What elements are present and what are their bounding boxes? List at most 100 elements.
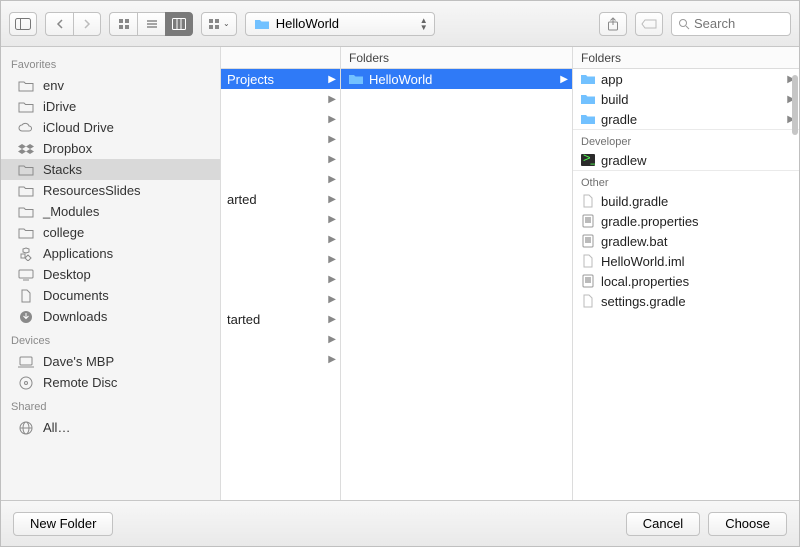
list-item[interactable]: arted▶: [221, 189, 340, 209]
list-item[interactable]: ▶: [221, 129, 340, 149]
list-item[interactable]: local.properties: [573, 271, 799, 291]
sidebar-item-label: ResourcesSlides: [43, 183, 141, 198]
sidebar-item[interactable]: ResourcesSlides: [1, 180, 220, 201]
back-button[interactable]: [45, 12, 73, 36]
dropbox-icon: [17, 142, 35, 156]
sidebar-item[interactable]: _Modules: [1, 201, 220, 222]
folder-icon: [347, 73, 365, 85]
sidebar-item[interactable]: Dave's MBP: [1, 351, 220, 372]
list-item[interactable]: ▶: [221, 289, 340, 309]
folder-icon: [17, 100, 35, 114]
list-item[interactable]: gradlew.bat: [573, 231, 799, 251]
cancel-button[interactable]: Cancel: [626, 512, 700, 536]
list-item[interactable]: gradle▶: [573, 109, 799, 129]
item-label: HelloWorld: [369, 72, 432, 87]
updown-icon: ▲▼: [420, 17, 428, 31]
sidebar-item[interactable]: Desktop: [1, 264, 220, 285]
sidebar-item[interactable]: env: [1, 75, 220, 96]
sidebar-item-label: college: [43, 225, 84, 240]
column-body[interactable]: HelloWorld ▶: [341, 69, 572, 500]
icon-view-button[interactable]: [109, 12, 137, 36]
chevron-right-icon: ▶: [328, 314, 336, 325]
item-label: HelloWorld.iml: [601, 254, 685, 269]
list-view-button[interactable]: [137, 12, 165, 36]
sidebar[interactable]: FavoritesenviDriveiCloud DriveDropboxSta…: [1, 47, 221, 500]
column-body[interactable]: Projects▶▶▶▶▶▶arted▶▶▶▶▶▶tarted▶▶▶: [221, 69, 340, 500]
list-item[interactable]: build.gradle: [573, 191, 799, 211]
footer: New Folder Cancel Choose: [1, 500, 799, 546]
globe-icon: [17, 421, 35, 435]
sidebar-item-label: Remote Disc: [43, 375, 117, 390]
item-label: tarted: [227, 312, 260, 327]
file-icon: [579, 254, 597, 268]
sidebar-item[interactable]: Stacks: [1, 159, 220, 180]
search-field[interactable]: [671, 12, 791, 36]
item-label: build.gradle: [601, 194, 668, 209]
search-icon: [678, 18, 690, 30]
sidebar-item[interactable]: Applications: [1, 243, 220, 264]
sidebar-item[interactable]: college: [1, 222, 220, 243]
column-header: Folders: [573, 47, 799, 69]
column-body[interactable]: app▶build▶gradle▶Developer>_gradlewOther…: [573, 69, 799, 500]
list-item[interactable]: ▶: [221, 269, 340, 289]
sidebar-item-label: _Modules: [43, 204, 99, 219]
list-item[interactable]: gradle.properties: [573, 211, 799, 231]
list-item[interactable]: settings.gradle: [573, 291, 799, 311]
chevron-right-icon: ▶: [560, 74, 568, 85]
item-label: settings.gradle: [601, 294, 686, 309]
sidebar-section-header: Shared: [1, 393, 220, 417]
new-folder-button[interactable]: New Folder: [13, 512, 113, 536]
list-item[interactable]: ▶: [221, 149, 340, 169]
item-label: gradle: [601, 112, 637, 127]
desktop-icon: [17, 268, 35, 282]
list-item[interactable]: tarted ▶: [221, 309, 340, 329]
sidebar-item[interactable]: Documents: [1, 285, 220, 306]
scrollbar-thumb[interactable]: [792, 75, 798, 135]
sidebar-item[interactable]: iDrive: [1, 96, 220, 117]
list-item[interactable]: HelloWorld.iml: [573, 251, 799, 271]
list-item[interactable]: HelloWorld ▶: [341, 69, 572, 89]
item-label: local.properties: [601, 274, 689, 289]
list-item[interactable]: app▶: [573, 69, 799, 89]
path-popup[interactable]: HelloWorld ▲▼: [245, 12, 435, 36]
list-item[interactable]: ▶: [221, 249, 340, 269]
folder-icon: [17, 163, 35, 177]
forward-button[interactable]: [73, 12, 101, 36]
group-header: Developer: [573, 129, 799, 150]
sidebar-toggle-button[interactable]: [9, 12, 37, 36]
list-item[interactable]: ▶: [221, 349, 340, 369]
file-icon: [579, 294, 597, 308]
chevron-right-icon: ▶: [328, 334, 336, 345]
sidebar-item-label: Applications: [43, 246, 113, 261]
list-item[interactable]: ▶: [221, 209, 340, 229]
content-area: FavoritesenviDriveiCloud DriveDropboxSta…: [1, 47, 799, 500]
list-item[interactable]: Projects▶: [221, 69, 340, 89]
list-item[interactable]: ▶: [221, 329, 340, 349]
list-item[interactable]: build▶: [573, 89, 799, 109]
search-input[interactable]: [694, 16, 784, 31]
column-browser: Projects▶▶▶▶▶▶arted▶▶▶▶▶▶tarted▶▶▶ Folde…: [221, 47, 799, 500]
sidebar-item-label: Desktop: [43, 267, 91, 282]
item-label: arted: [227, 192, 257, 207]
share-button[interactable]: [599, 12, 627, 36]
column-view-button[interactable]: [165, 12, 193, 36]
list-item[interactable]: ▶: [221, 109, 340, 129]
list-item[interactable]: ▶: [221, 229, 340, 249]
list-item[interactable]: ▶: [221, 169, 340, 189]
sidebar-item[interactable]: Remote Disc: [1, 372, 220, 393]
choose-button[interactable]: Choose: [708, 512, 787, 536]
column-header: [221, 47, 340, 69]
list-item[interactable]: >_gradlew: [573, 150, 799, 170]
list-item[interactable]: ▶: [221, 89, 340, 109]
svg-text:>_: >_: [583, 154, 595, 165]
sidebar-item[interactable]: Dropbox: [1, 138, 220, 159]
tags-button[interactable]: [635, 12, 663, 36]
sidebar-item[interactable]: iCloud Drive: [1, 117, 220, 138]
chevron-right-icon: ▶: [328, 154, 336, 165]
prop-icon: [579, 214, 597, 228]
item-label: gradlew.bat: [601, 234, 668, 249]
sidebar-item[interactable]: Downloads: [1, 306, 220, 327]
grouping-button[interactable]: ⌄: [201, 12, 237, 36]
sidebar-item[interactable]: All…: [1, 417, 220, 438]
nav-group: [45, 12, 101, 36]
